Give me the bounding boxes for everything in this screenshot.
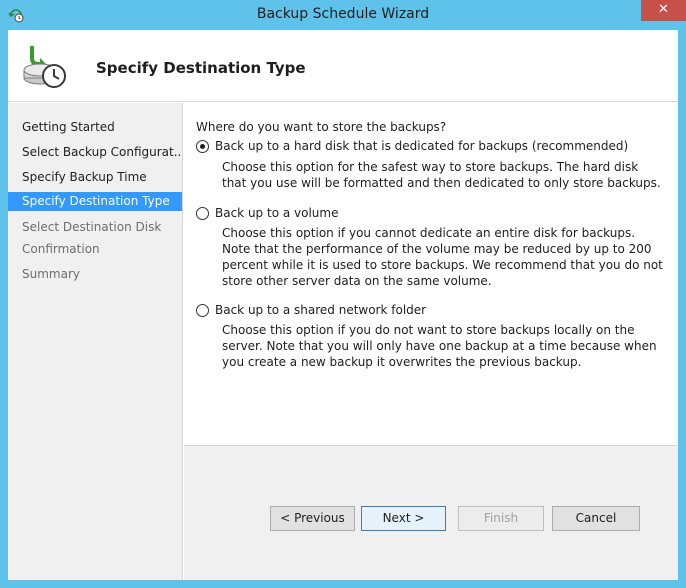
option-volume-description: Choose this option if you cannot dedicat… bbox=[222, 226, 663, 288]
radio-dedicated-disk[interactable] bbox=[196, 140, 209, 153]
wizard-header: Specify Destination Type bbox=[8, 30, 678, 102]
close-button[interactable]: ✕ bbox=[641, 0, 686, 21]
destination-question: Where do you want to store the backups? bbox=[196, 120, 447, 134]
nav-step-getting-started[interactable]: Getting Started bbox=[8, 118, 182, 137]
backup-clock-icon bbox=[23, 46, 66, 88]
wizard-client-area: Specify Destination Type Getting Started… bbox=[8, 30, 678, 580]
finish-button: Finish bbox=[458, 506, 544, 531]
option-dedicated-disk-label[interactable]: Back up to a hard disk that is dedicated… bbox=[215, 139, 628, 153]
window-title: Backup Schedule Wizard bbox=[256, 6, 430, 22]
nav-step-confirmation: Confirmation bbox=[22, 242, 100, 256]
next-button[interactable]: Next > bbox=[361, 506, 446, 531]
nav-step-select-destination-disk: Select Destination Disk bbox=[22, 220, 162, 234]
page-title: Specify Destination Type bbox=[96, 59, 306, 77]
wizard-window: Backup Schedule Wizard ✕ Specify Destina… bbox=[0, 0, 686, 588]
option-network-folder-label[interactable]: Back up to a shared network folder bbox=[215, 303, 426, 317]
radio-volume[interactable] bbox=[196, 207, 209, 220]
nav-step-summary: Summary bbox=[22, 267, 80, 281]
wizard-steps-nav: Getting Started Select Backup Configurat… bbox=[8, 103, 183, 580]
nav-step-specify-backup-time[interactable]: Specify Backup Time bbox=[8, 168, 182, 187]
cancel-button[interactable]: Cancel bbox=[552, 506, 640, 531]
nav-step-select-backup-configuration[interactable]: Select Backup Configurat... bbox=[8, 143, 182, 162]
title-bar[interactable]: Backup Schedule Wizard ✕ bbox=[0, 0, 686, 30]
option-network-folder-description: Choose this option if you do not want to… bbox=[222, 323, 657, 369]
previous-button[interactable]: < Previous bbox=[270, 506, 355, 531]
radio-network-folder[interactable] bbox=[196, 304, 209, 317]
nav-step-specify-destination-type[interactable]: Specify Destination Type bbox=[8, 192, 182, 211]
option-volume-label[interactable]: Back up to a volume bbox=[215, 206, 338, 220]
option-dedicated-disk-description: Choose this option for the safest way to… bbox=[222, 160, 661, 190]
